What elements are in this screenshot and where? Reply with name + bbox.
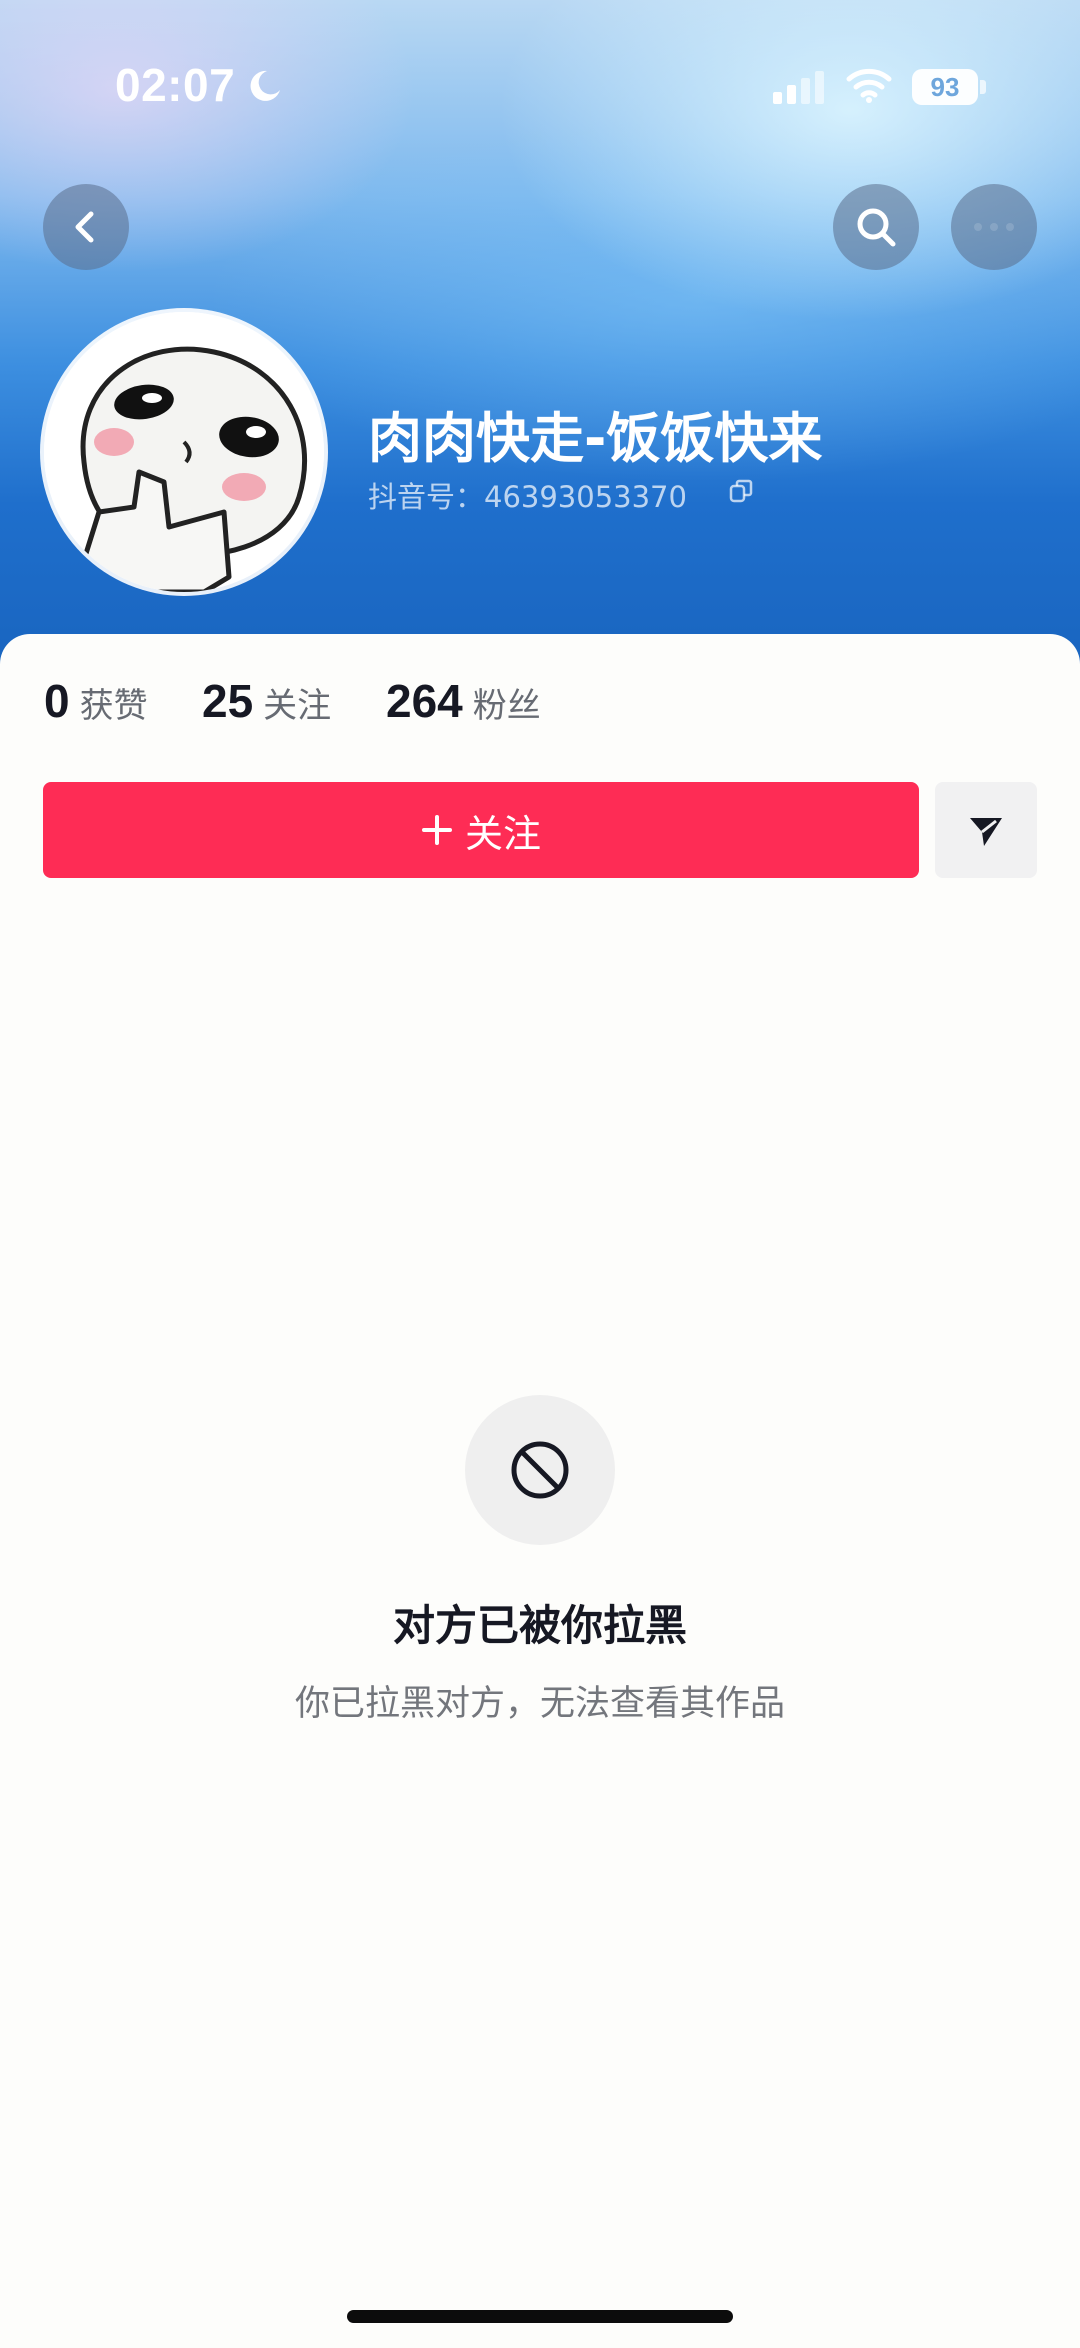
follow-button[interactable]: 关注 (43, 782, 919, 878)
stat-followers[interactable]: 264 粉丝 (386, 674, 541, 728)
username: 肉肉快走-饭饭快来 (368, 407, 823, 470)
signal-icon (773, 71, 824, 104)
stat-followers-value: 264 (386, 675, 463, 727)
wifi-icon (846, 68, 892, 103)
stat-likes[interactable]: 0 获赞 (44, 674, 148, 728)
home-indicator[interactable] (347, 2310, 733, 2323)
battery-level: 93 (930, 72, 960, 102)
blocked-title: 对方已被你拉黑 (392, 1601, 687, 1650)
avatar-image (44, 312, 324, 592)
stat-following-value: 25 (202, 675, 254, 727)
stat-following[interactable]: 25 关注 (202, 674, 331, 728)
message-button[interactable] (935, 782, 1037, 878)
back-button[interactable] (43, 184, 129, 270)
blocked-subtitle: 你已拉黑对方，无法查看其作品 (294, 1684, 785, 1724)
stat-likes-label: 获赞 (79, 686, 148, 726)
battery-nub (980, 80, 986, 94)
avatar[interactable] (44, 312, 324, 592)
status-time: 02:07 (115, 59, 236, 111)
search-icon (857, 208, 896, 247)
douyin-id: 抖音号：46393053370 (368, 480, 687, 514)
plus-icon (421, 815, 452, 845)
profile-page: 02:07 93 肉肉快走-饭饭快来 抖音号：46393053370 0 获赞 … (0, 0, 1080, 2348)
stat-followers-label: 粉丝 (472, 686, 541, 726)
search-button[interactable] (833, 184, 919, 270)
send-icon (970, 818, 1002, 846)
moon-icon (250, 70, 280, 101)
block-icon (511, 1441, 569, 1499)
blocked-icon-circle (465, 1395, 615, 1545)
copy-icon[interactable] (728, 478, 754, 504)
more-button[interactable] (951, 184, 1037, 270)
follow-button-label: 关注 (464, 811, 541, 856)
battery-icon: 93 (912, 69, 978, 105)
stat-likes-value: 0 (44, 675, 70, 727)
back-arrow-icon (75, 211, 94, 243)
stat-following-label: 关注 (263, 686, 332, 726)
more-icon (974, 223, 1014, 231)
